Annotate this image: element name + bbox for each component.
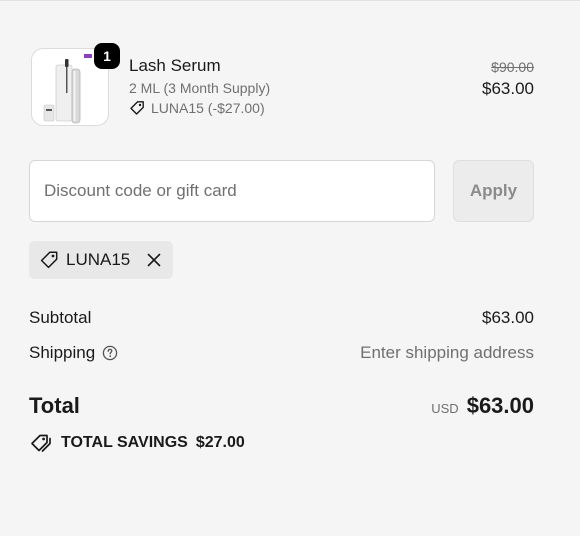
total-value-group: USD $63.00 — [431, 393, 534, 419]
final-price: $63.00 — [482, 79, 534, 98]
product-name: Lash Serum — [129, 56, 221, 75]
tag-icon — [130, 101, 144, 115]
close-icon — [147, 253, 161, 267]
total-row: Total USD $63.00 — [29, 393, 534, 419]
shipping-row: Shipping Enter shipping address — [29, 343, 534, 363]
applied-discount-chip: LUNA15 — [29, 241, 174, 279]
savings-tag-icon — [31, 434, 51, 452]
quantity-badge: 1 — [94, 43, 120, 69]
line-discount: LUNA15 (-$27.00) — [129, 99, 270, 117]
currency-code: USD — [431, 401, 459, 416]
total-value: $63.00 — [466, 393, 534, 418]
discount-code-input[interactable] — [29, 160, 435, 222]
subtotal-value: $63.00 — [482, 308, 534, 327]
cart-line-item: 1 Lash Serum 2 ML (3 Month Supply) LUNA1… — [29, 43, 534, 130]
tag-icon — [40, 251, 58, 269]
subtotal-row: Subtotal $63.00 — [29, 308, 534, 328]
product-thumbnail: 1 — [31, 43, 120, 126]
product-variant: 2 ML (3 Month Supply) — [129, 80, 271, 96]
product-info: Lash Serum 2 ML (3 Month Supply) LUNA15 … — [129, 56, 270, 117]
help-icon[interactable] — [102, 345, 118, 361]
original-price: $90.00 — [491, 59, 534, 75]
apply-button[interactable]: Apply — [453, 160, 534, 222]
line-discount-text: LUNA15 (-$27.00) — [151, 100, 265, 116]
applied-discount-code: LUNA15 — [66, 250, 131, 269]
product-prices: $90.00 $63.00 — [482, 58, 534, 99]
shipping-label-group: Shipping — [29, 343, 118, 363]
shipping-value: Enter shipping address — [360, 343, 534, 362]
savings-value: $27.00 — [195, 434, 245, 451]
total-label: Total — [29, 393, 80, 418]
subtotal-label: Subtotal — [29, 308, 92, 327]
savings-label: TOTAL SAVINGS — [61, 434, 188, 451]
total-savings: TOTAL SAVINGS $27.00 — [29, 433, 245, 453]
remove-discount-button[interactable] — [147, 253, 161, 267]
shipping-label: Shipping — [29, 343, 96, 362]
